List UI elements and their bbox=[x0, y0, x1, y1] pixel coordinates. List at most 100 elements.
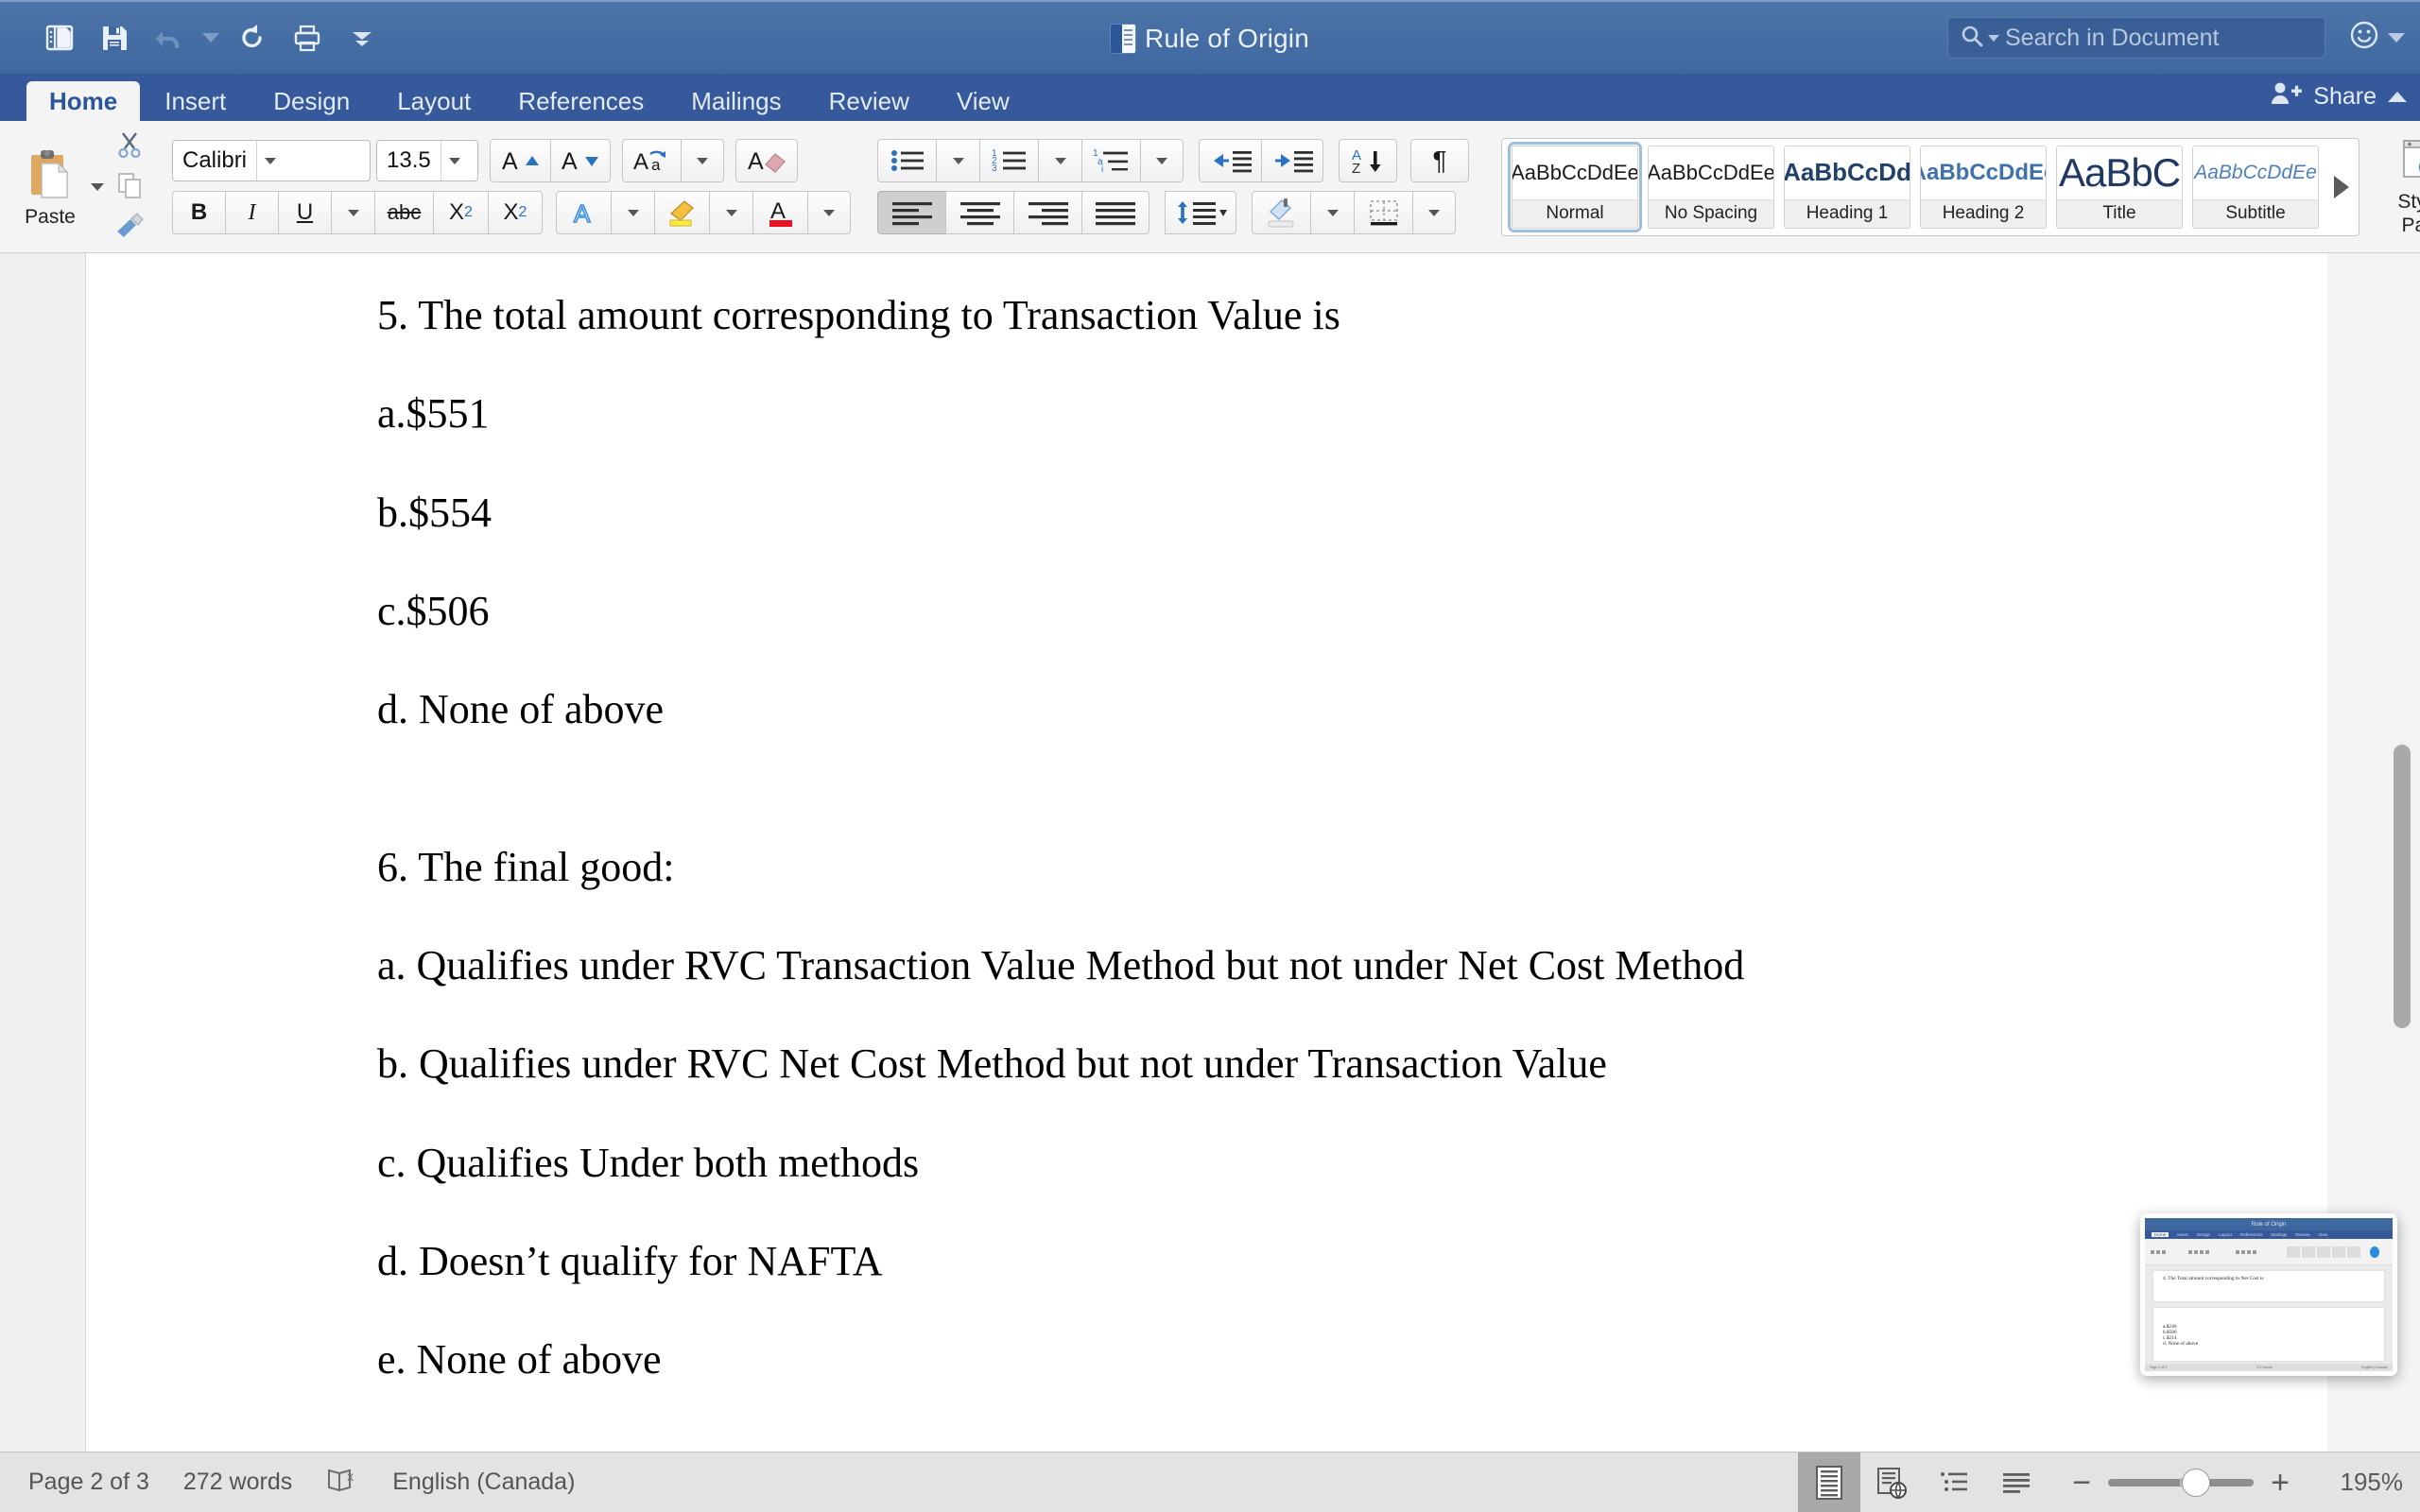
change-case-button[interactable]: A a bbox=[622, 139, 681, 182]
smiley-icon[interactable] bbox=[2348, 19, 2380, 56]
font-color-chevron-down-icon[interactable] bbox=[807, 191, 851, 234]
font-size-chevron-down-icon[interactable] bbox=[441, 157, 468, 164]
tab-review[interactable]: Review bbox=[806, 81, 932, 121]
tab-home[interactable]: Home bbox=[26, 81, 141, 121]
copy-icon[interactable] bbox=[114, 170, 145, 205]
italic-button[interactable]: I bbox=[225, 191, 278, 234]
grow-font-button[interactable]: A bbox=[490, 139, 550, 182]
zoom-slider-thumb[interactable] bbox=[2182, 1468, 2211, 1497]
bullets-chevron-down-icon[interactable] bbox=[936, 139, 979, 182]
zoom-slider[interactable] bbox=[2108, 1468, 2255, 1497]
shrink-font-button[interactable]: A bbox=[550, 139, 611, 182]
numbering-chevron-down-icon[interactable] bbox=[1038, 139, 1081, 182]
paste-options-chevron-down-icon[interactable] bbox=[91, 179, 104, 196]
change-case-chevron-down-icon[interactable] bbox=[681, 139, 724, 182]
redo-icon[interactable] bbox=[225, 10, 280, 65]
borders-button[interactable] bbox=[1354, 191, 1412, 234]
font-color-button[interactable]: A bbox=[752, 191, 807, 234]
document-page[interactable]: 5. The total amount corresponding to Tra… bbox=[85, 253, 2327, 1452]
draft-view-icon[interactable] bbox=[1985, 1452, 2048, 1512]
cut-icon[interactable] bbox=[114, 129, 145, 164]
line-spacing-button[interactable] bbox=[1165, 191, 1236, 234]
document-paragraph: b. Qualifies under RVC Net Cost Method b… bbox=[377, 1040, 1607, 1088]
style-heading-2[interactable]: AaBbCcDdEe Heading 2 bbox=[1920, 145, 2047, 229]
multilevel-list-button[interactable]: 1 a i bbox=[1081, 139, 1140, 182]
proofing-errors-icon[interactable]: x bbox=[326, 1467, 358, 1498]
tab-references[interactable]: References bbox=[495, 81, 666, 121]
format-painter-icon[interactable] bbox=[113, 211, 146, 244]
strikethrough-button[interactable]: abc bbox=[374, 191, 433, 234]
font-family-select[interactable]: Calibri bbox=[172, 140, 371, 181]
zoom-in-button[interactable]: + bbox=[2271, 1467, 2290, 1499]
font-family-chevron-down-icon[interactable] bbox=[257, 157, 284, 164]
save-icon[interactable] bbox=[87, 10, 142, 65]
numbering-button[interactable]: 1 2 3 bbox=[979, 139, 1038, 182]
feedback-chevron-down-icon[interactable] bbox=[2388, 32, 2405, 43]
paste-button[interactable]: Paste bbox=[13, 146, 87, 229]
vertical-scrollbar-thumb[interactable] bbox=[2394, 745, 2411, 1028]
document-paragraph: a.$551 bbox=[377, 390, 490, 438]
thumbnail-tab-bar: Home Insert Design Layout References Mai… bbox=[2145, 1230, 2393, 1239]
sort-button[interactable]: A Z bbox=[1339, 139, 1397, 182]
print-layout-view-icon[interactable] bbox=[1798, 1452, 1861, 1512]
web-layout-view-icon[interactable] bbox=[1860, 1452, 1923, 1512]
tab-mailings[interactable]: Mailings bbox=[668, 81, 804, 121]
style-normal[interactable]: AaBbCcDdEe Normal bbox=[1508, 141, 1642, 232]
style-title[interactable]: AaBbC Title bbox=[2056, 145, 2183, 229]
search-options-chevron-down-icon[interactable] bbox=[1988, 34, 1999, 42]
undo-dropdown-icon[interactable] bbox=[197, 10, 225, 65]
undo-icon[interactable] bbox=[142, 10, 197, 65]
zoom-level-label[interactable]: 195% bbox=[2322, 1468, 2404, 1497]
print-layout-toggle-icon[interactable] bbox=[32, 10, 87, 65]
tab-view[interactable]: View bbox=[934, 81, 1032, 121]
borders-chevron-down-icon[interactable] bbox=[1412, 191, 1456, 234]
show-formatting-marks-button[interactable]: ¶ bbox=[1410, 139, 1469, 182]
document-paragraph: c.$506 bbox=[377, 587, 490, 634]
bullets-button[interactable] bbox=[877, 139, 936, 182]
style-no-spacing[interactable]: AaBbCcDdEe No Spacing bbox=[1648, 145, 1774, 229]
subscript-button[interactable]: X2 bbox=[433, 191, 488, 234]
collapse-ribbon-chevron-up-icon[interactable] bbox=[2388, 92, 2407, 102]
tab-insert[interactable]: Insert bbox=[142, 81, 249, 121]
align-center-button[interactable] bbox=[945, 191, 1013, 234]
document-text-body[interactable]: 5. The total amount corresponding to Tra… bbox=[86, 253, 2327, 1452]
multilevel-chevron-down-icon[interactable] bbox=[1140, 139, 1184, 182]
outline-view-icon[interactable] bbox=[1923, 1452, 1985, 1512]
customize-toolbar-icon[interactable] bbox=[335, 10, 389, 65]
zoom-out-button[interactable]: − bbox=[2072, 1467, 2091, 1499]
styles-gallery-more-icon[interactable] bbox=[2334, 175, 2349, 198]
clear-formatting-button[interactable]: A bbox=[735, 139, 798, 182]
word-count[interactable]: 272 words bbox=[183, 1469, 292, 1496]
increase-indent-button[interactable] bbox=[1261, 139, 1323, 182]
style-heading-1[interactable]: AaBbCcDd Heading 1 bbox=[1784, 145, 1910, 229]
style-title-preview: AaBbC bbox=[2058, 149, 2181, 195]
highlight-color-button[interactable] bbox=[654, 191, 709, 234]
align-left-button[interactable] bbox=[877, 191, 945, 234]
highlight-chevron-down-icon[interactable] bbox=[709, 191, 752, 234]
thumbnail-line: 4. The Total amount corresponding to Net… bbox=[2163, 1276, 2264, 1281]
print-icon[interactable] bbox=[280, 10, 335, 65]
underline-chevron-down-icon[interactable] bbox=[331, 191, 374, 234]
shading-chevron-down-icon[interactable] bbox=[1310, 191, 1354, 234]
underline-button[interactable]: U bbox=[278, 191, 331, 234]
language-indicator[interactable]: English (Canada) bbox=[392, 1469, 575, 1496]
status-bar: Page 2 of 3 272 words x English (Canada) bbox=[0, 1452, 2420, 1512]
superscript-button[interactable]: X2 bbox=[488, 191, 543, 234]
font-size-select[interactable]: 13.5 bbox=[376, 140, 478, 181]
style-subtitle[interactable]: AaBbCcDdEe Subtitle bbox=[2192, 145, 2319, 229]
feedback-control[interactable] bbox=[2348, 19, 2405, 56]
decrease-indent-button[interactable] bbox=[1199, 139, 1261, 182]
text-effects-chevron-down-icon[interactable] bbox=[611, 191, 654, 234]
window-thumbnail-preview[interactable]: Rule of Origin Home Insert Design Layout… bbox=[2140, 1213, 2397, 1376]
justify-button[interactable] bbox=[1081, 191, 1150, 234]
styles-pane-button[interactable]: ¶ Styles Pane bbox=[2373, 137, 2420, 236]
tab-design[interactable]: Design bbox=[251, 81, 372, 121]
align-right-button[interactable] bbox=[1013, 191, 1081, 234]
shading-button[interactable] bbox=[1252, 191, 1310, 234]
page-indicator[interactable]: Page 2 of 3 bbox=[28, 1469, 149, 1496]
text-effects-button[interactable]: A bbox=[556, 191, 611, 234]
share-button[interactable]: Share bbox=[2270, 80, 2407, 113]
search-input[interactable]: Search in Document bbox=[1947, 17, 2325, 59]
tab-layout[interactable]: Layout bbox=[374, 81, 493, 121]
bold-button[interactable]: B bbox=[172, 191, 225, 234]
